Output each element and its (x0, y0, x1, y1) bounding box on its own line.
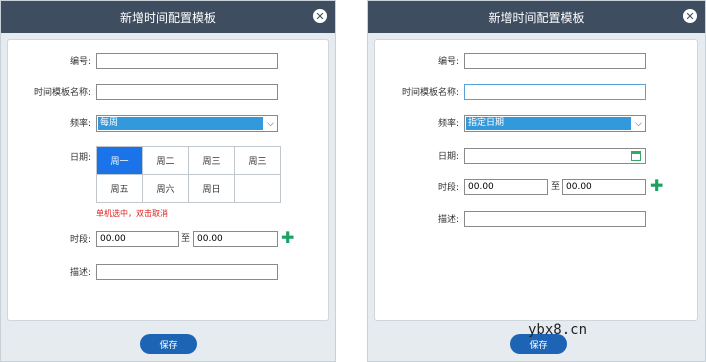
dialog-title: 新增时间配置模板 (488, 10, 585, 25)
dialog-titlebar: 新增时间配置模板 ✕ (368, 1, 705, 33)
close-icon[interactable]: ✕ (313, 9, 327, 23)
frequency-label: 频率: (69, 119, 91, 129)
period-end-input[interactable] (562, 179, 646, 195)
frequency-select[interactable]: 指定日期 ⌵ (464, 115, 646, 132)
dialog-weekly: 新增时间配置模板 ✕ 编号: 时间模板名称: 频率: 每周 ⌵ 日期: 周一 周… (0, 0, 336, 362)
to-label: 至 (181, 234, 191, 244)
template-name-label: 时间模板名称: (33, 88, 91, 98)
template-name-input[interactable] (464, 84, 646, 100)
chevron-down-icon[interactable]: ⌵ (632, 116, 645, 131)
day-cell-sun[interactable]: 周日 (188, 174, 235, 203)
day-cell-fri[interactable]: 周五 (96, 174, 143, 203)
date-label: 日期: (69, 153, 91, 163)
period-start-input[interactable] (464, 179, 548, 195)
date-picker-input[interactable] (464, 148, 646, 164)
code-label: 编号: (69, 57, 91, 67)
day-cell-tue[interactable]: 周二 (142, 146, 189, 175)
template-name-label: 时间模板名称: (401, 88, 459, 98)
period-end-input[interactable] (193, 231, 278, 247)
code-label: 编号: (437, 57, 459, 67)
calendar-icon[interactable] (631, 151, 641, 161)
add-period-icon[interactable]: ✚ (650, 178, 663, 194)
frequency-selected-value: 每周 (98, 117, 263, 130)
frequency-select[interactable]: 每周 ⌵ (96, 115, 278, 132)
to-label: 至 (551, 182, 561, 192)
period-start-input[interactable] (96, 231, 179, 247)
description-label: 描述: (437, 215, 459, 225)
frequency-selected-value: 指定日期 (466, 117, 631, 130)
day-cell-mon[interactable]: 周一 (96, 146, 143, 175)
save-button[interactable]: 保存 (140, 334, 197, 354)
template-name-input[interactable] (96, 84, 278, 100)
add-period-icon[interactable]: ✚ (281, 230, 294, 246)
form-body: 编号: 时间模板名称: 频率: 指定日期 ⌵ 日期: 时段: 至 ✚ 描述: (374, 39, 698, 321)
selection-hint: 单机选中，双击取消 (96, 209, 168, 218)
code-input[interactable] (96, 53, 278, 69)
day-cell-sat[interactable]: 周六 (142, 174, 189, 203)
dialog-specific-date: 新增时间配置模板 ✕ 编号: 时间模板名称: 频率: 指定日期 ⌵ 日期: 时段… (367, 0, 706, 362)
day-cell-thu[interactable]: 周三 (234, 146, 281, 175)
weekday-grid: 周一 周二 周三 周三 周五 周六 周日 (96, 146, 281, 203)
dialog-titlebar: 新增时间配置模板 ✕ (1, 1, 335, 33)
chevron-down-icon[interactable]: ⌵ (264, 116, 277, 131)
code-input[interactable] (464, 53, 646, 69)
frequency-label: 频率: (437, 119, 459, 129)
description-label: 描述: (69, 268, 91, 278)
day-cell-wed[interactable]: 周三 (188, 146, 235, 175)
description-input[interactable] (464, 211, 646, 227)
period-label: 时段: (69, 235, 91, 245)
close-icon[interactable]: ✕ (683, 9, 697, 23)
date-label: 日期: (437, 152, 459, 162)
form-body: 编号: 时间模板名称: 频率: 每周 ⌵ 日期: 周一 周二 周三 周三 周五 … (7, 39, 329, 321)
watermark-text: ybx8.cn (528, 322, 588, 338)
period-label: 时段: (437, 183, 459, 193)
dialog-title: 新增时间配置模板 (119, 10, 216, 25)
day-cell-empty (234, 174, 281, 203)
description-input[interactable] (96, 264, 278, 280)
